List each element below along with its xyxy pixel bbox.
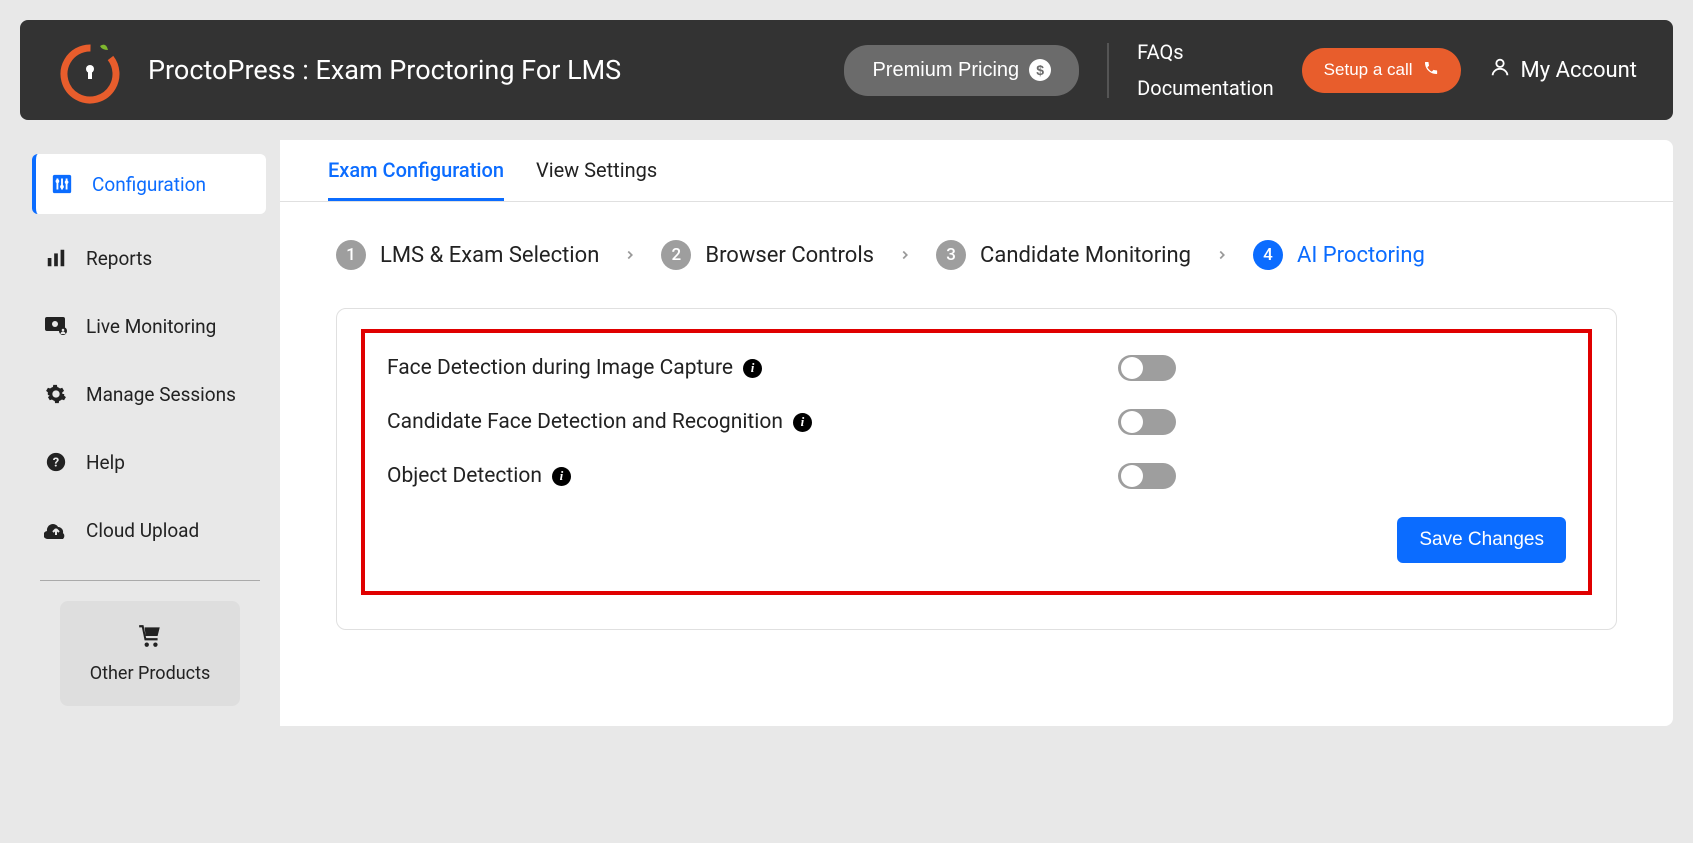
sidebar-item-label: Reports	[86, 247, 152, 270]
toggle-face-detection-capture[interactable]	[1118, 355, 1176, 381]
tabs: Exam Configuration View Settings	[280, 140, 1673, 202]
content-area: Configuration Reports Live Monitoring Ma…	[0, 140, 1693, 746]
info-icon[interactable]: i	[552, 467, 571, 486]
setting-text: Face Detection during Image Capture	[387, 356, 733, 380]
sidebar-divider	[40, 580, 260, 581]
faqs-link[interactable]: FAQs	[1137, 40, 1274, 64]
chevron-right-icon	[898, 243, 912, 267]
sidebar-item-label: Live Monitoring	[86, 315, 216, 338]
sidebar-item-label: Manage Sessions	[86, 383, 236, 406]
other-products-label: Other Products	[70, 663, 230, 684]
bar-chart-icon	[44, 246, 68, 270]
step-candidate-monitoring[interactable]: 3 Candidate Monitoring	[936, 240, 1191, 270]
setting-face-detection-capture: Face Detection during Image Capture i	[387, 355, 1566, 381]
info-icon[interactable]: i	[743, 359, 762, 378]
sidebar-item-label: Help	[86, 451, 125, 474]
step-label: Candidate Monitoring	[980, 243, 1191, 268]
tab-view-settings[interactable]: View Settings	[536, 158, 657, 201]
phone-icon	[1423, 60, 1439, 81]
info-icon[interactable]: i	[793, 413, 812, 432]
documentation-link[interactable]: Documentation	[1137, 76, 1274, 100]
sliders-icon	[50, 172, 74, 196]
step-lms-exam-selection[interactable]: 1 LMS & Exam Selection	[336, 240, 599, 270]
sidebar: Configuration Reports Live Monitoring Ma…	[20, 140, 280, 726]
save-row: Save Changes	[387, 517, 1566, 563]
sidebar-item-manage-sessions[interactable]: Manage Sessions	[20, 360, 280, 428]
gear-icon	[44, 382, 68, 406]
setting-label: Object Detection i	[387, 464, 571, 488]
sidebar-item-label: Cloud Upload	[86, 519, 199, 542]
setting-label: Face Detection during Image Capture i	[387, 356, 762, 380]
setting-label: Candidate Face Detection and Recognition…	[387, 410, 812, 434]
step-number: 3	[936, 240, 966, 270]
sidebar-item-cloud-upload[interactable]: Cloud Upload	[20, 496, 280, 564]
setting-text: Object Detection	[387, 464, 542, 488]
stepper: 1 LMS & Exam Selection 2 Browser Control…	[280, 202, 1673, 308]
sidebar-item-help[interactable]: ? Help	[20, 428, 280, 496]
step-label: LMS & Exam Selection	[380, 243, 599, 268]
sidebar-item-reports[interactable]: Reports	[20, 224, 280, 292]
cart-icon	[136, 634, 164, 653]
toggle-candidate-face-recognition[interactable]	[1118, 409, 1176, 435]
sidebar-item-live-monitoring[interactable]: Live Monitoring	[20, 292, 280, 360]
toggle-knob	[1121, 465, 1143, 487]
toggle-knob	[1121, 411, 1143, 433]
other-products-button[interactable]: Other Products	[60, 601, 240, 706]
app-logo-icon	[56, 36, 124, 104]
cloud-upload-icon	[44, 518, 68, 542]
step-ai-proctoring[interactable]: 4 AI Proctoring	[1253, 240, 1425, 270]
step-label: Browser Controls	[705, 243, 874, 268]
settings-panel: Face Detection during Image Capture i Ca…	[336, 308, 1617, 630]
header-right: Premium Pricing $ FAQs Documentation Set…	[844, 40, 1637, 100]
highlighted-section: Face Detection during Image Capture i Ca…	[361, 329, 1592, 595]
premium-pricing-button[interactable]: Premium Pricing $	[844, 45, 1079, 96]
my-account-link[interactable]: My Account	[1489, 56, 1637, 84]
chevron-right-icon	[623, 243, 637, 267]
setting-candidate-face-recognition: Candidate Face Detection and Recognition…	[387, 409, 1566, 435]
monitor-icon	[44, 314, 68, 338]
setup-call-label: Setup a call	[1324, 60, 1413, 80]
main-panel: Exam Configuration View Settings 1 LMS &…	[280, 140, 1673, 726]
logo-area: ProctoPress : Exam Proctoring For LMS	[56, 36, 621, 104]
sidebar-item-label: Configuration	[92, 173, 206, 196]
step-browser-controls[interactable]: 2 Browser Controls	[661, 240, 874, 270]
toggle-object-detection[interactable]	[1118, 463, 1176, 489]
tab-exam-configuration[interactable]: Exam Configuration	[328, 158, 504, 201]
step-label: AI Proctoring	[1297, 243, 1425, 268]
dollar-icon: $	[1029, 59, 1051, 81]
step-number: 1	[336, 240, 366, 270]
svg-text:?: ?	[53, 456, 59, 471]
chevron-right-icon	[1215, 243, 1229, 267]
step-number: 2	[661, 240, 691, 270]
help-icon: ?	[44, 450, 68, 474]
my-account-label: My Account	[1521, 58, 1637, 83]
sidebar-item-configuration[interactable]: Configuration	[32, 154, 266, 214]
setup-call-button[interactable]: Setup a call	[1302, 48, 1461, 93]
app-title: ProctoPress : Exam Proctoring For LMS	[148, 54, 621, 86]
premium-label: Premium Pricing	[872, 59, 1019, 82]
app-header: ProctoPress : Exam Proctoring For LMS Pr…	[20, 20, 1673, 120]
toggle-knob	[1121, 357, 1143, 379]
user-icon	[1489, 56, 1511, 84]
setting-object-detection: Object Detection i	[387, 463, 1566, 489]
setting-text: Candidate Face Detection and Recognition	[387, 410, 783, 434]
step-number: 4	[1253, 240, 1283, 270]
header-links: FAQs Documentation	[1137, 40, 1274, 100]
save-changes-button[interactable]: Save Changes	[1397, 517, 1566, 563]
header-divider	[1107, 43, 1109, 98]
